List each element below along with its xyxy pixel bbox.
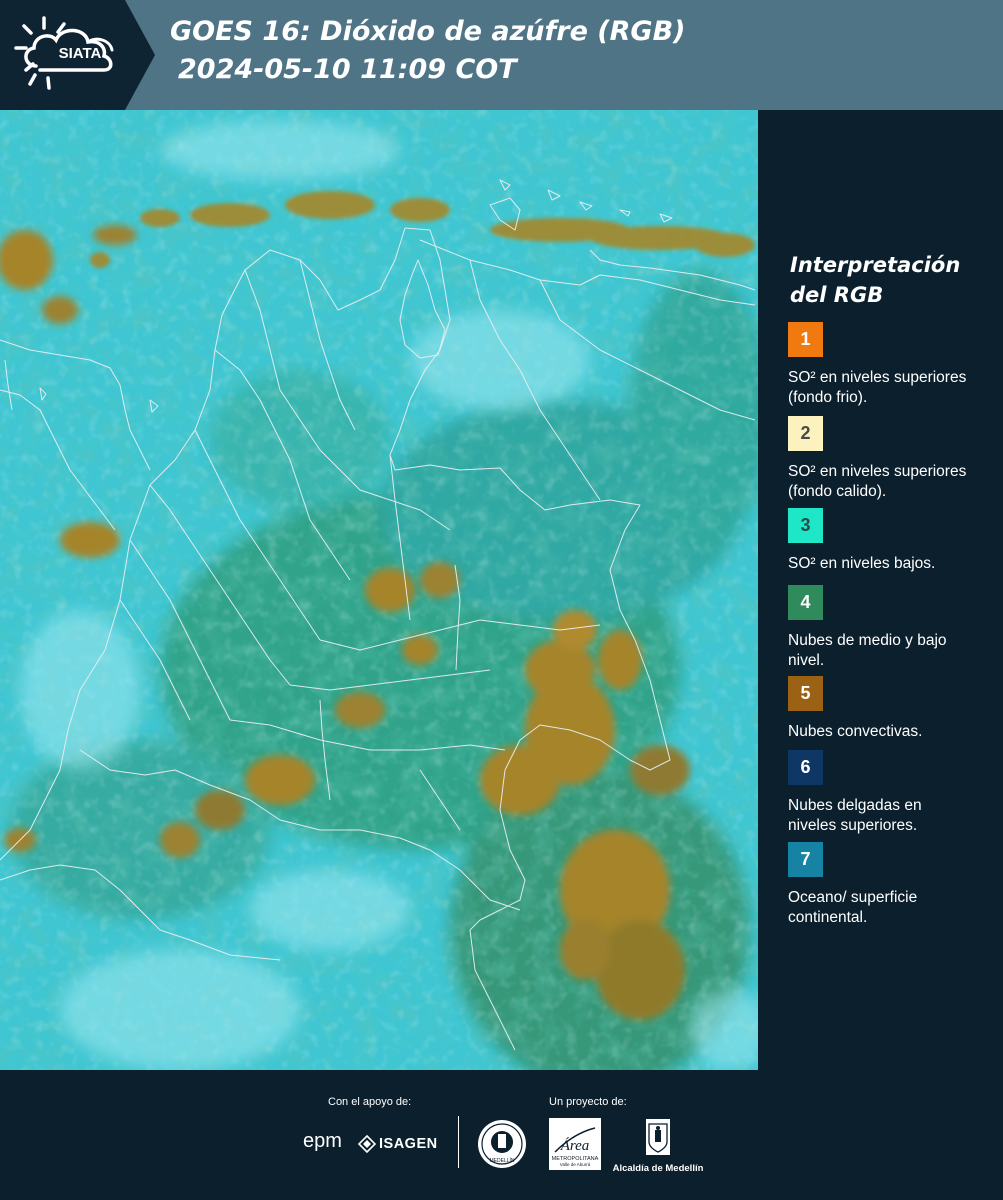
legend-swatch-6: 6	[788, 750, 823, 785]
legend-number-4: 4	[800, 592, 811, 612]
alcaldia-medellin-logo: Alcaldía de Medellín	[612, 1118, 704, 1174]
support-caption: Con el apoyo de:	[328, 1096, 412, 1108]
isagen-mark-icon	[358, 1135, 376, 1153]
siata-logo-text: SIATA	[58, 45, 102, 62]
medellin-seal-logo: MEDELLÍN	[476, 1118, 528, 1175]
isagen-logo: ISAGEN	[358, 1132, 438, 1156]
footer-divider	[458, 1116, 459, 1168]
area-logo-tagline: Valle de Aburrá	[560, 1162, 591, 1167]
page-timestamp: 2024-05-10 11:09 COT	[178, 54, 517, 85]
legend-label-4: Nubes de medio y bajo nivel.	[788, 632, 947, 669]
legend-swatch-7: 7	[788, 842, 823, 877]
legend-number-5: 5	[800, 683, 811, 703]
legend-swatch-4: 4	[788, 585, 823, 620]
siata-logo: SIATA	[0, 0, 160, 110]
legend-title: Interpretación del RGB	[790, 253, 961, 307]
page-title: GOES 16: Dióxido de azúfre (RGB)	[170, 16, 686, 47]
legend-swatch-5: 5	[788, 676, 823, 711]
footer-bar: Con el apoyo de: Un proyecto de: epm ISA…	[0, 1070, 1003, 1200]
area-logo-text: Área	[560, 1137, 590, 1154]
isagen-logo-text: ISAGEN	[379, 1136, 438, 1152]
legend-item-6: 6 Nubes delgadas en niveles superiores.	[788, 750, 1000, 838]
legend-swatch-2: 2	[788, 416, 823, 451]
epm-logo: epm	[303, 1130, 342, 1152]
seal-text: MEDELLÍN	[489, 1157, 514, 1164]
legend-number-6: 6	[800, 757, 811, 777]
legend-label-7: Oceano/ superficie continental.	[788, 889, 918, 926]
legend-number-3: 3	[800, 515, 811, 535]
legend-item-3: 3 SO² en niveles bajos.	[788, 508, 1000, 596]
legend-number-1: 1	[800, 329, 811, 349]
alcaldia-text: Alcaldía de Medellín	[612, 1163, 704, 1174]
project-caption: Un proyecto de:	[549, 1096, 627, 1108]
legend-number-7: 7	[800, 849, 811, 869]
legend-swatch-1: 1	[788, 322, 823, 357]
legend-number-2: 2	[800, 423, 811, 443]
legend-item-2: 2 SO² en niveles superiores (fondo calid…	[788, 416, 1000, 520]
medellin-coat-of-arms-icon	[646, 1119, 670, 1155]
legend-label-1: SO² en niveles superiores (fondo frio).	[788, 369, 967, 406]
legend-panel: Interpretación del RGB 1 SO² en niveles …	[760, 110, 1003, 1070]
legend-item-4: 4 Nubes de medio y bajo nivel.	[788, 585, 1000, 673]
legend-label-6: Nubes delgadas en niveles superiores.	[788, 797, 922, 834]
satellite-map	[0, 110, 758, 1070]
legend-swatch-3: 3	[788, 508, 823, 543]
header-bar: SIATA GOES 16: Dióxido de azúfre (RGB) 2…	[0, 0, 1003, 110]
legend-item-1: 1 SO² en niveles superiores (fondo frio)…	[788, 322, 1000, 410]
legend-item-7: 7 Oceano/ superficie continental.	[788, 842, 1000, 930]
satellite-map-image	[0, 110, 758, 1070]
area-metropolitana-logo: Área METROPOLITANA Valle de Aburrá	[549, 1118, 601, 1175]
